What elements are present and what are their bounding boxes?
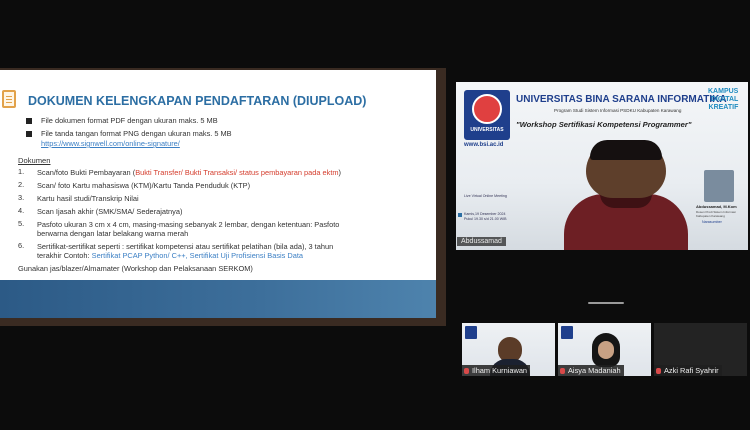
slide-title: DOKUMEN KELENGKAPAN PENDAFTARAN (DIUPLOA… — [28, 94, 367, 108]
main-video-tile[interactable]: UNIVERSITAS UNIVERSITAS BINA SARANA INFO… — [456, 82, 748, 250]
document-icon — [2, 90, 16, 108]
item-number: 5. — [18, 219, 25, 228]
item-5-line-2: berwarna dengan latar belakang warna mer… — [37, 229, 189, 238]
website-text: www.bsi.ac.id — [464, 142, 504, 148]
kampus-digital-kreatif-logo: KAMPUS DIGITAL KREATIF — [708, 88, 739, 111]
participant-name-label: Abdussamad — [457, 237, 506, 246]
event-date: Kamis,19 Desember 2024 Pukul 19.30 s/d 2… — [464, 212, 507, 221]
participant-tile[interactable]: Aisya Madaniah — [558, 323, 651, 376]
shared-screen: DOKUMEN KELENGKAPAN PENDAFTARAN (DIUPLOA… — [0, 68, 446, 326]
university-logo — [465, 326, 477, 339]
narasumber-label: Narasumber — [702, 220, 722, 224]
mic-muted-icon — [464, 368, 469, 374]
calendar-icon — [458, 213, 462, 217]
item-6-line-2: terakhir Contoh: Sertifikat PCAP Python/… — [37, 251, 304, 260]
presenter-hair — [590, 140, 662, 160]
mic-muted-icon — [560, 368, 565, 374]
bullet-icon — [26, 118, 32, 124]
item-3: Kartu hasil studi/Transkrip Nilai — [37, 194, 139, 203]
participant-name-label: Azki Rafi Syahrir — [654, 365, 722, 376]
panel-resize-handle[interactable] — [588, 302, 624, 304]
item-1: Scan/foto Bukti Pembayaran (Bukti Transf… — [37, 168, 341, 177]
item-number: 6. — [18, 241, 25, 250]
item-5-line-1: Pasfoto ukuran 3 cm x 4 cm, masing-masin… — [37, 220, 340, 229]
participant-name-label: Ilham Kurniawan — [462, 365, 531, 376]
item-number: 4. — [18, 206, 25, 215]
university-name: UNIVERSITAS BINA SARANA INFORMATIKA — [516, 94, 727, 105]
university-logo — [561, 326, 573, 339]
bullet-icon — [26, 131, 32, 137]
speaker-role: Dosen Prodi Sistem Informasi Kabupaten K… — [696, 210, 736, 218]
item-6-line-1: Sertifikat-sertifikat seperti : sertifik… — [37, 242, 334, 251]
speaker-name: Abdussamad, M.Kom — [696, 204, 737, 209]
zoom-info: Live Virtual Online Meeting — [464, 194, 507, 198]
participant-tile[interactable]: Ilham Kurniawan — [462, 323, 555, 376]
presentation-slide: DOKUMEN KELENGKAPAN PENDAFTARAN (DIUPLOA… — [0, 70, 436, 318]
item-number: 2. — [18, 180, 25, 189]
mic-muted-icon — [656, 368, 661, 374]
slide-footer-band — [0, 280, 436, 318]
item-2: Scan/ foto Kartu mahasiswa (KTM)/Kartu T… — [37, 181, 251, 190]
item-4: Scan Ijasah akhir (SMK/SMA/ Sederajatnya… — [37, 207, 183, 216]
speaker-photo — [704, 170, 734, 202]
university-logo: UNIVERSITAS — [464, 90, 510, 140]
signwell-link[interactable]: https://www.signwell.com/online-signatur… — [41, 139, 180, 148]
participant-name-label: Aisya Madaniah — [558, 365, 624, 376]
dokumen-label: Dokumen — [18, 156, 51, 165]
participant-tile[interactable]: Azki Rafi Syahrir — [654, 323, 747, 376]
logo-text: UNIVERSITAS — [470, 127, 504, 133]
participant-face — [598, 341, 614, 359]
item-number: 1. — [18, 167, 25, 176]
footer-note: Gunakan jas/blazer/Almamater (Workshop d… — [18, 264, 253, 273]
logo-emblem-icon — [472, 94, 502, 124]
item-number: 3. — [18, 193, 25, 202]
program-name: Program Studi Sistem Informasi PSDKU Kab… — [554, 108, 682, 113]
file-item-2: File tanda tangan format PNG dengan ukur… — [41, 129, 232, 138]
file-item-1: File dokumen format PDF dengan ukuran ma… — [41, 116, 218, 125]
workshop-title: "Workshop Sertifikasi Kompetensi Program… — [516, 120, 692, 129]
